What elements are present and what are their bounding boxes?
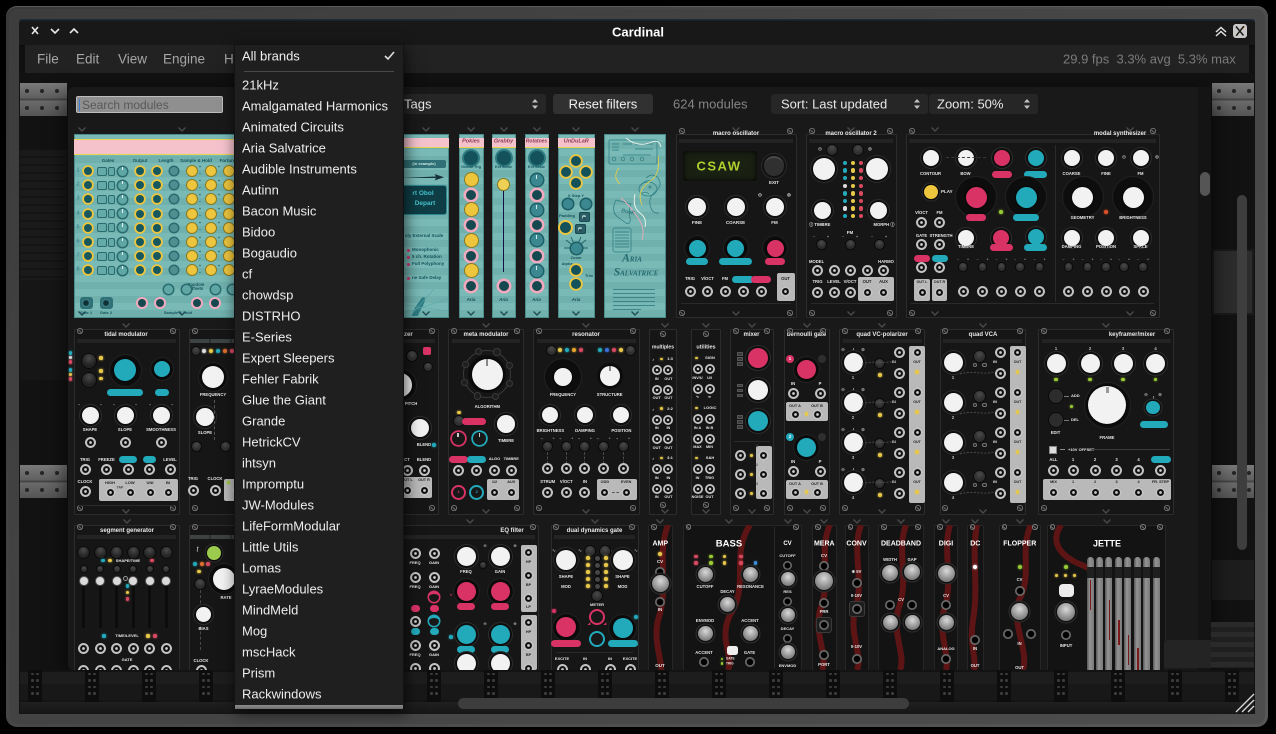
svg-text:BonK: BonK xyxy=(621,208,636,217)
